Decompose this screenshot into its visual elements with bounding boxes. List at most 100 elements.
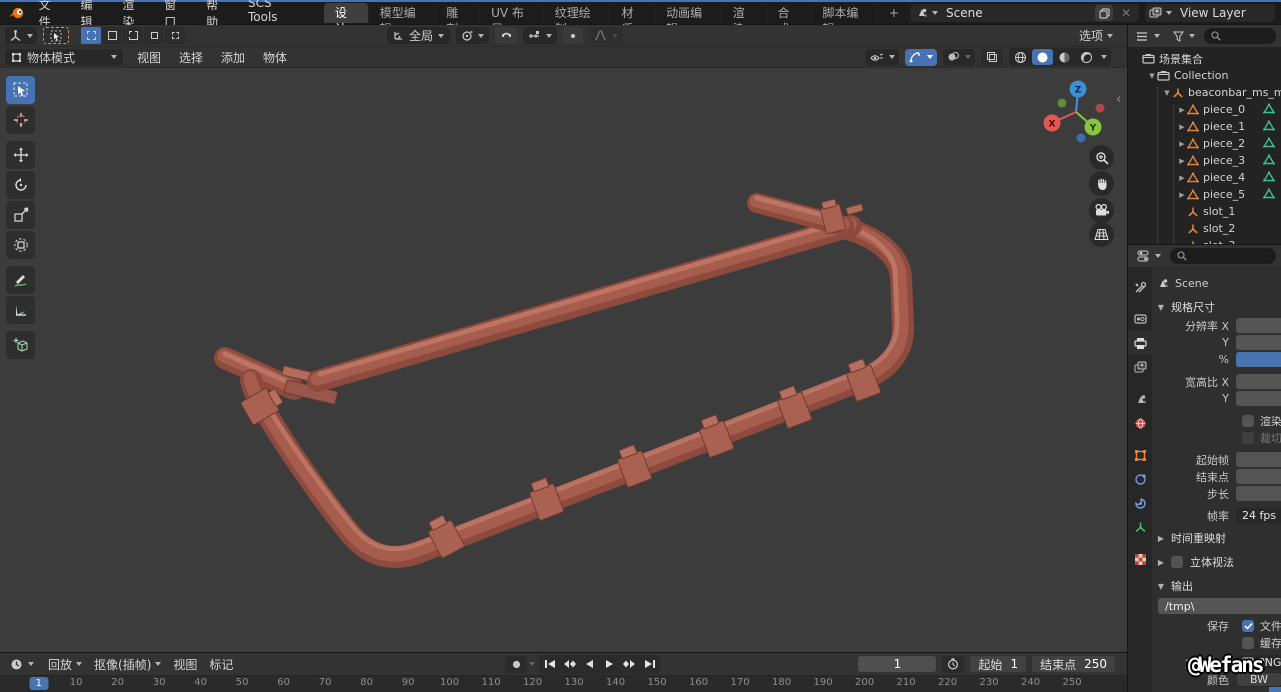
scene-selector[interactable]: Scene ✕ [911, 4, 1139, 22]
transform-orientation-dropdown[interactable]: 全局 [387, 27, 450, 44]
outliner-row-piece_4[interactable]: ▶piece_4 [1128, 169, 1281, 186]
expander-icon[interactable]: ▶ [1177, 174, 1187, 182]
fps-dropdown[interactable]: 24 fps [1236, 508, 1281, 523]
snap-settings-dropdown[interactable] [523, 27, 557, 44]
playhead[interactable]: 1 [29, 677, 48, 690]
outliner-row-piece_0[interactable]: ▶piece_0 [1128, 101, 1281, 118]
workspace-tab-4[interactable]: 纹理绘制 [544, 3, 611, 23]
workspace-tab-0[interactable]: 设计 [324, 3, 369, 23]
file-extension-checkbox[interactable] [1242, 620, 1254, 632]
outliner-row-beaconbar_ms_mp3[interactable]: ▼beaconbar_ms_mp3 [1128, 84, 1281, 101]
workspace-tab-6[interactable]: 动画编辑 [655, 3, 722, 23]
outliner-row-slot_2[interactable]: slot_2 [1128, 220, 1281, 237]
expander-icon[interactable]: ▶ [1177, 191, 1187, 199]
select-mode-invert[interactable] [144, 27, 164, 44]
tab-world[interactable] [1128, 411, 1152, 435]
outliner-row-Collection[interactable]: ▼Collection [1128, 67, 1281, 84]
cache-result-checkbox[interactable] [1242, 637, 1254, 649]
frame-start-range[interactable]: 起始1 [970, 656, 1026, 672]
select-mode-extend[interactable] [102, 27, 122, 44]
tab-scene[interactable] [1128, 387, 1152, 411]
workspace-tab-10[interactable]: + [878, 3, 911, 23]
expander-icon[interactable]: ▼ [1162, 89, 1172, 97]
select-mode-set[interactable] [81, 27, 101, 44]
outliner-row-场景集合[interactable]: 场景集合 [1128, 50, 1281, 67]
mesh-data-icon[interactable] [1263, 120, 1275, 131]
section-stereoscopy[interactable]: ▶立体视法 [1156, 552, 1281, 572]
outliner-row-piece_3[interactable]: ▶piece_3 [1128, 152, 1281, 169]
use-preview-range-button[interactable] [942, 656, 964, 673]
frame-step-field[interactable] [1236, 486, 1281, 501]
frame-end-field[interactable] [1236, 469, 1281, 484]
zoom-view-button[interactable] [1089, 145, 1114, 170]
viewport-menu-1[interactable]: 选择 [173, 49, 209, 66]
outliner-filter[interactable] [1169, 28, 1199, 45]
pivot-point-dropdown[interactable] [456, 27, 489, 44]
proportional-edit-toggle[interactable] [563, 27, 583, 44]
select-mode-intersect[interactable] [165, 27, 185, 44]
editor-type-selector[interactable] [5, 27, 37, 44]
tool-measure[interactable] [6, 296, 35, 324]
workspace-tab-7[interactable]: 渲染 [722, 3, 767, 23]
outliner-row-piece_5[interactable]: ▶piece_5 [1128, 186, 1281, 203]
render-region-checkbox[interactable] [1242, 415, 1254, 427]
gizmo-neg-z-dot[interactable] [1077, 134, 1086, 143]
outliner-display-mode[interactable] [1133, 28, 1164, 45]
section-format[interactable]: ▼规格尺寸 [1156, 297, 1281, 317]
timeline-menu-1[interactable]: 抠像(插帧) [88, 656, 167, 673]
workspace-tab-3[interactable]: UV 布局 [480, 3, 544, 23]
shading-solid-button[interactable] [1032, 49, 1053, 65]
outliner-search[interactable] [1204, 28, 1276, 44]
new-scene-button[interactable] [1095, 5, 1113, 21]
tool-annotate[interactable] [6, 266, 35, 294]
stereoscopy-checkbox[interactable] [1171, 556, 1183, 568]
expander-icon[interactable]: ▶ [1177, 140, 1187, 148]
active-tool-button[interactable] [43, 27, 69, 44]
mode-dropdown[interactable]: 物体模式 [5, 49, 123, 66]
resolution-pct-slider[interactable] [1236, 352, 1281, 367]
viewport-menu-0[interactable]: 视图 [131, 49, 167, 66]
delete-scene-button[interactable]: ✕ [1117, 5, 1135, 21]
timeline-menu-3[interactable]: 标记 [203, 656, 239, 673]
resolution-y-field[interactable]: 1080 [1236, 335, 1281, 350]
pan-view-button[interactable] [1089, 171, 1114, 196]
mesh-data-icon[interactable] [1263, 103, 1275, 114]
play-reverse-button[interactable] [580, 656, 599, 673]
tab-object-data[interactable] [1128, 515, 1152, 539]
next-keyframe-button[interactable] [620, 656, 639, 673]
xray-toggle[interactable] [981, 49, 1003, 66]
mesh-data-icon[interactable] [1263, 137, 1275, 148]
tab-render[interactable] [1128, 307, 1152, 331]
snap-toggle[interactable] [495, 27, 517, 44]
view-layer-name[interactable]: View Layer [1176, 6, 1271, 20]
play-button[interactable] [600, 656, 619, 673]
frame-start-field[interactable] [1236, 452, 1281, 467]
frame-end-range[interactable]: 结束点250 [1032, 656, 1115, 672]
auto-keying-button[interactable] [505, 656, 527, 673]
timeline-menu-2[interactable]: 视图 [167, 656, 203, 673]
tool-select-box[interactable] [6, 76, 35, 104]
tool-add-cube[interactable] [6, 331, 35, 359]
timeline-ruler[interactable]: 1 10203040506070809010011012013014015016… [0, 676, 1127, 692]
timeline-editor-type[interactable] [6, 656, 38, 673]
expander-icon[interactable]: ▶ [1177, 157, 1187, 165]
tab-view-layer[interactable] [1128, 355, 1152, 379]
tab-constraints[interactable] [1128, 467, 1152, 491]
tool-cursor[interactable] [6, 106, 35, 134]
jump-to-end-button[interactable] [640, 656, 659, 673]
timeline-menu-0[interactable]: 回放 [42, 656, 88, 673]
output-path-field[interactable]: /tmp\ [1158, 598, 1281, 614]
navigation-gizmo[interactable]: Z X Y [1036, 72, 1118, 152]
overlays-toggle[interactable] [943, 49, 975, 66]
workspace-tab-2[interactable]: 雕刻 [435, 3, 480, 23]
tool-move[interactable] [6, 141, 35, 169]
tool-rotate[interactable] [6, 171, 35, 199]
aspect-x-field[interactable] [1236, 374, 1281, 389]
sidebar-collapse-arrow[interactable]: ‹ [1116, 92, 1121, 107]
prev-keyframe-button[interactable] [560, 656, 579, 673]
outliner-row-piece_2[interactable]: ▶piece_2 [1128, 135, 1281, 152]
tab-texture[interactable] [1128, 547, 1152, 571]
resolution-x-field[interactable]: 1920 [1236, 318, 1281, 333]
current-frame-field[interactable]: 1 [858, 656, 936, 672]
blender-logo-icon[interactable] [4, 4, 29, 22]
